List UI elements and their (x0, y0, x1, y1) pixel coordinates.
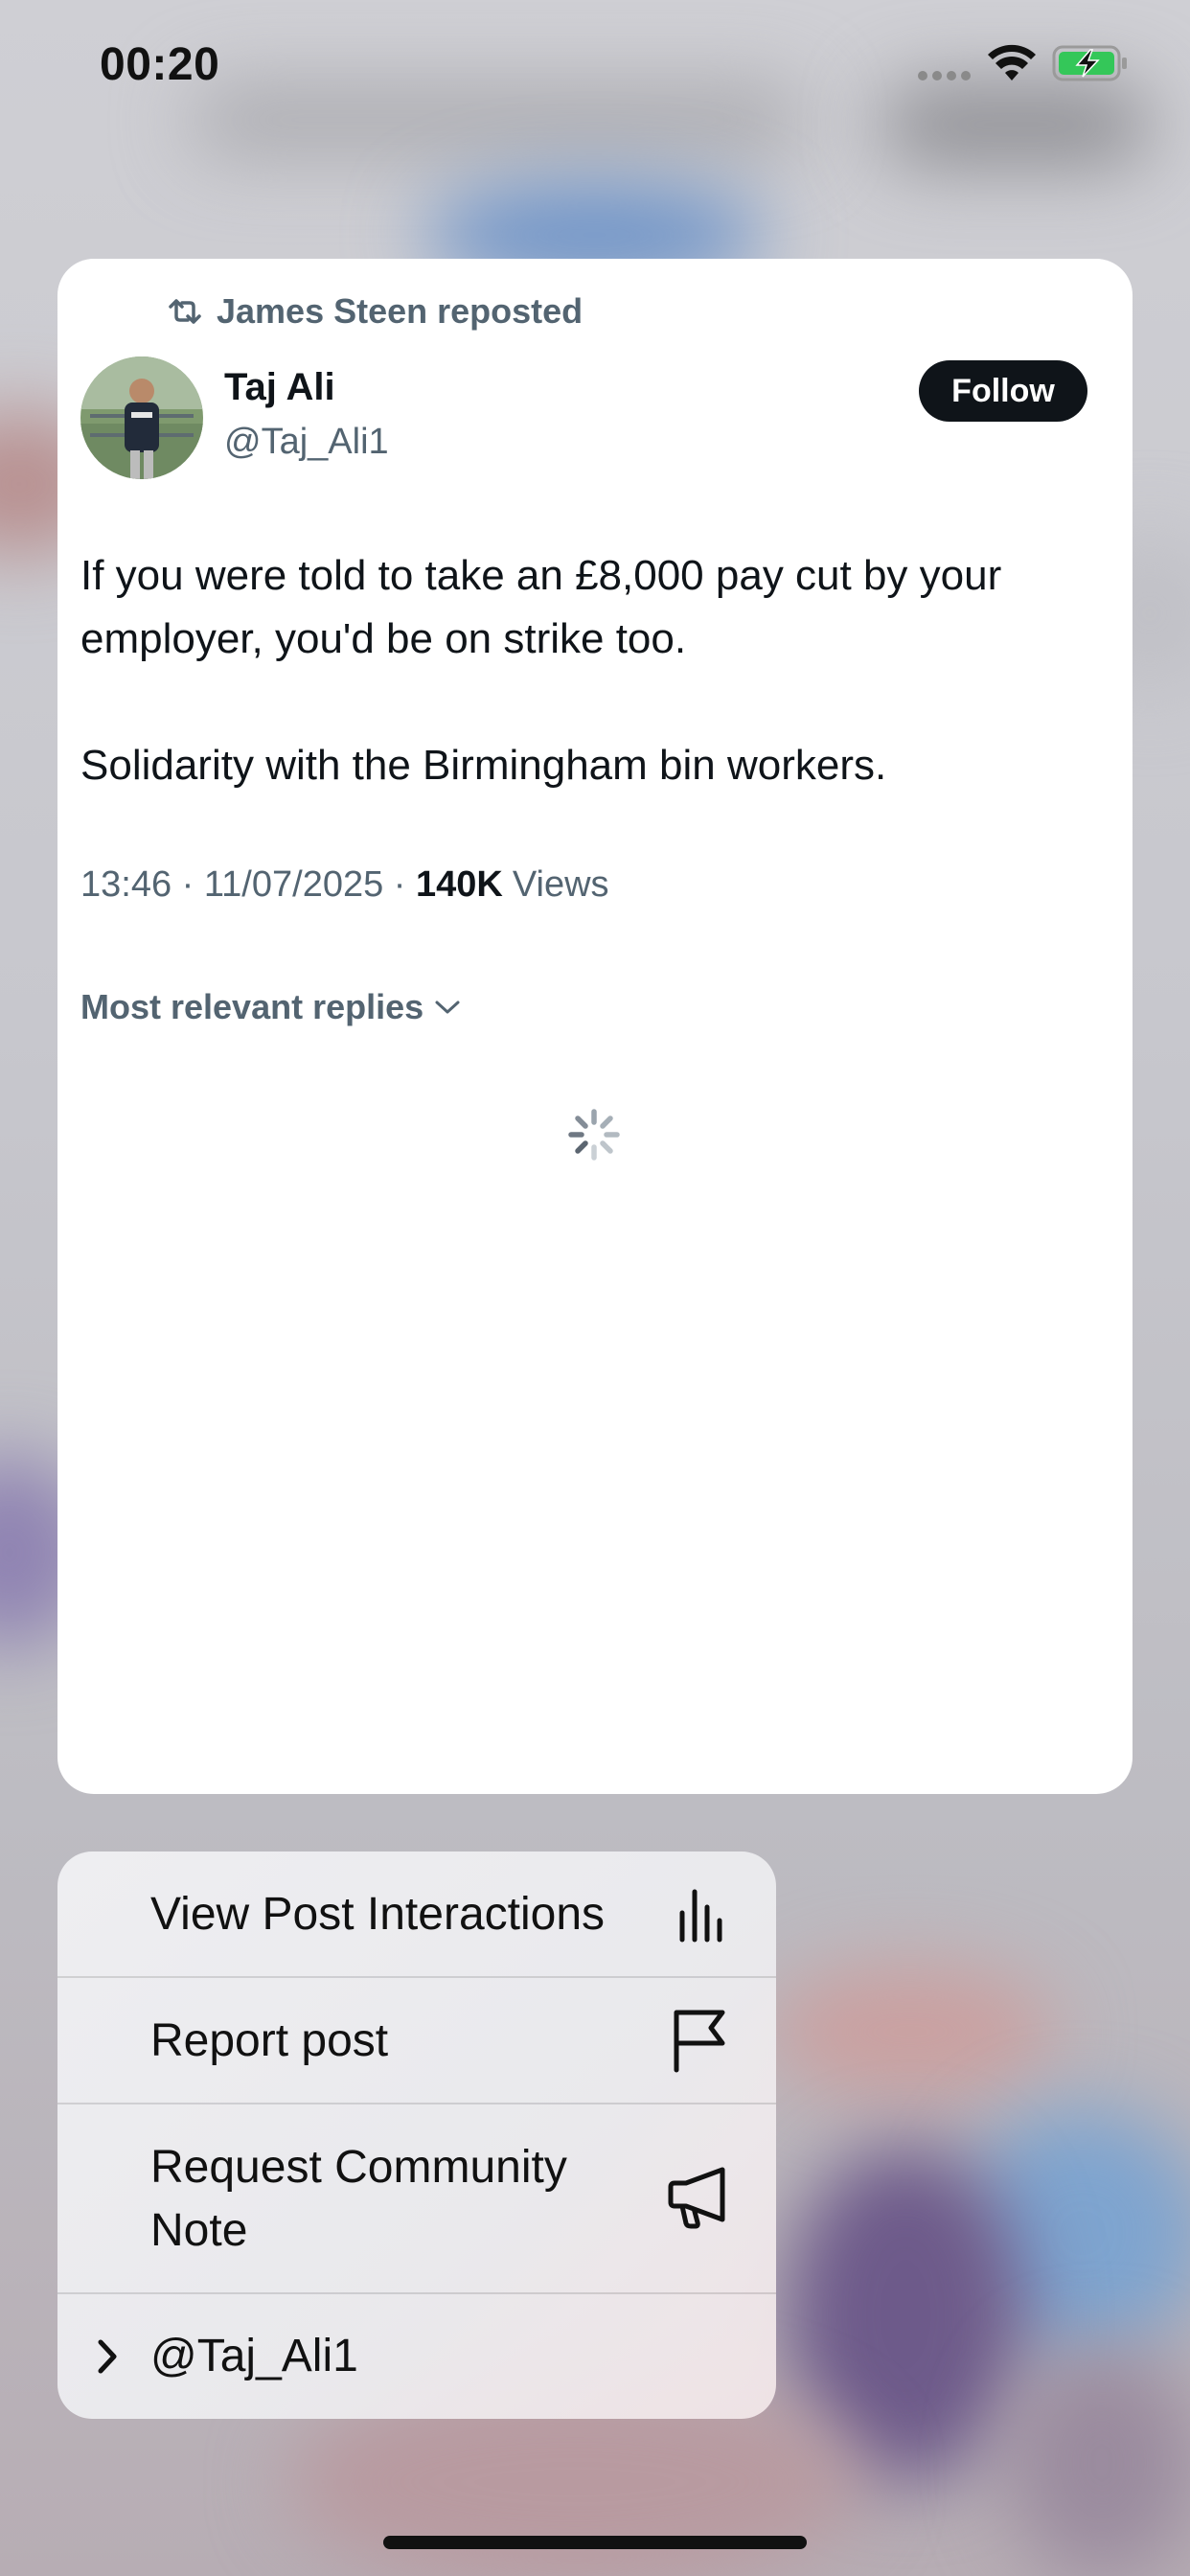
chevron-right-icon (98, 2339, 117, 2374)
menu-item-author-profile[interactable]: @Taj_Ali1 (57, 2294, 776, 2419)
author-handle[interactable]: @Taj_Ali1 (224, 422, 389, 463)
menu-item-label: View Post Interactions (150, 1889, 606, 1940)
replies-sort-label: Most relevant replies (80, 987, 424, 1026)
views-count[interactable]: 140K (416, 864, 503, 906)
status-time: 00:20 (100, 39, 220, 90)
post-text-paragraph: Solidarity with the Birmingham bin worke… (80, 742, 887, 789)
post-text: If you were told to take an £8,000 pay c… (80, 544, 1096, 797)
views-label[interactable]: Views (513, 864, 609, 906)
repost-icon (169, 299, 201, 324)
megaphone-icon (668, 2167, 725, 2229)
status-bar: 00:20 (0, 0, 1190, 134)
wifi-icon (988, 44, 1036, 80)
menu-item-view-post-interactions[interactable]: View Post Interactions (57, 1852, 776, 1978)
post-preview-card[interactable]: James Steen reposted Taj Ali @Taj_Ali1 F… (57, 259, 1133, 1794)
menu-item-label: Request Community Note (150, 2142, 567, 2256)
menu-item-label: @Taj_Ali1 (150, 2331, 358, 2381)
follow-button[interactable]: Follow (919, 360, 1087, 422)
repost-label: James Steen reposted (217, 291, 584, 331)
context-menu: View Post Interactions Report post Reque… (57, 1852, 776, 2419)
menu-item-report-post[interactable]: Report post (57, 1978, 776, 2104)
replies-sort-dropdown[interactable]: Most relevant replies (80, 987, 462, 1027)
post-text-paragraph: If you were told to take an £8,000 pay c… (80, 552, 1002, 662)
home-indicator[interactable] (383, 2536, 807, 2549)
loading-spinner-icon (568, 1109, 620, 1161)
menu-item-label: Report post (150, 2015, 389, 2066)
post-timestamp: 13:46 · 11/07/2025 · (80, 864, 416, 905)
bar-chart-icon (679, 1889, 722, 1943)
chevron-down-icon (435, 1000, 460, 1014)
post-meta: 13:46 · 11/07/2025 · 140K Views (80, 864, 609, 906)
battery-charging-icon (1052, 45, 1127, 81)
repost-indicator: James Steen reposted (167, 291, 583, 332)
cellular-signal-icon (918, 71, 971, 80)
menu-item-request-community-note[interactable]: Request Community Note (57, 2104, 776, 2294)
avatar[interactable] (80, 356, 203, 479)
author-name[interactable]: Taj Ali (224, 366, 335, 409)
flag-icon (674, 2010, 725, 2073)
